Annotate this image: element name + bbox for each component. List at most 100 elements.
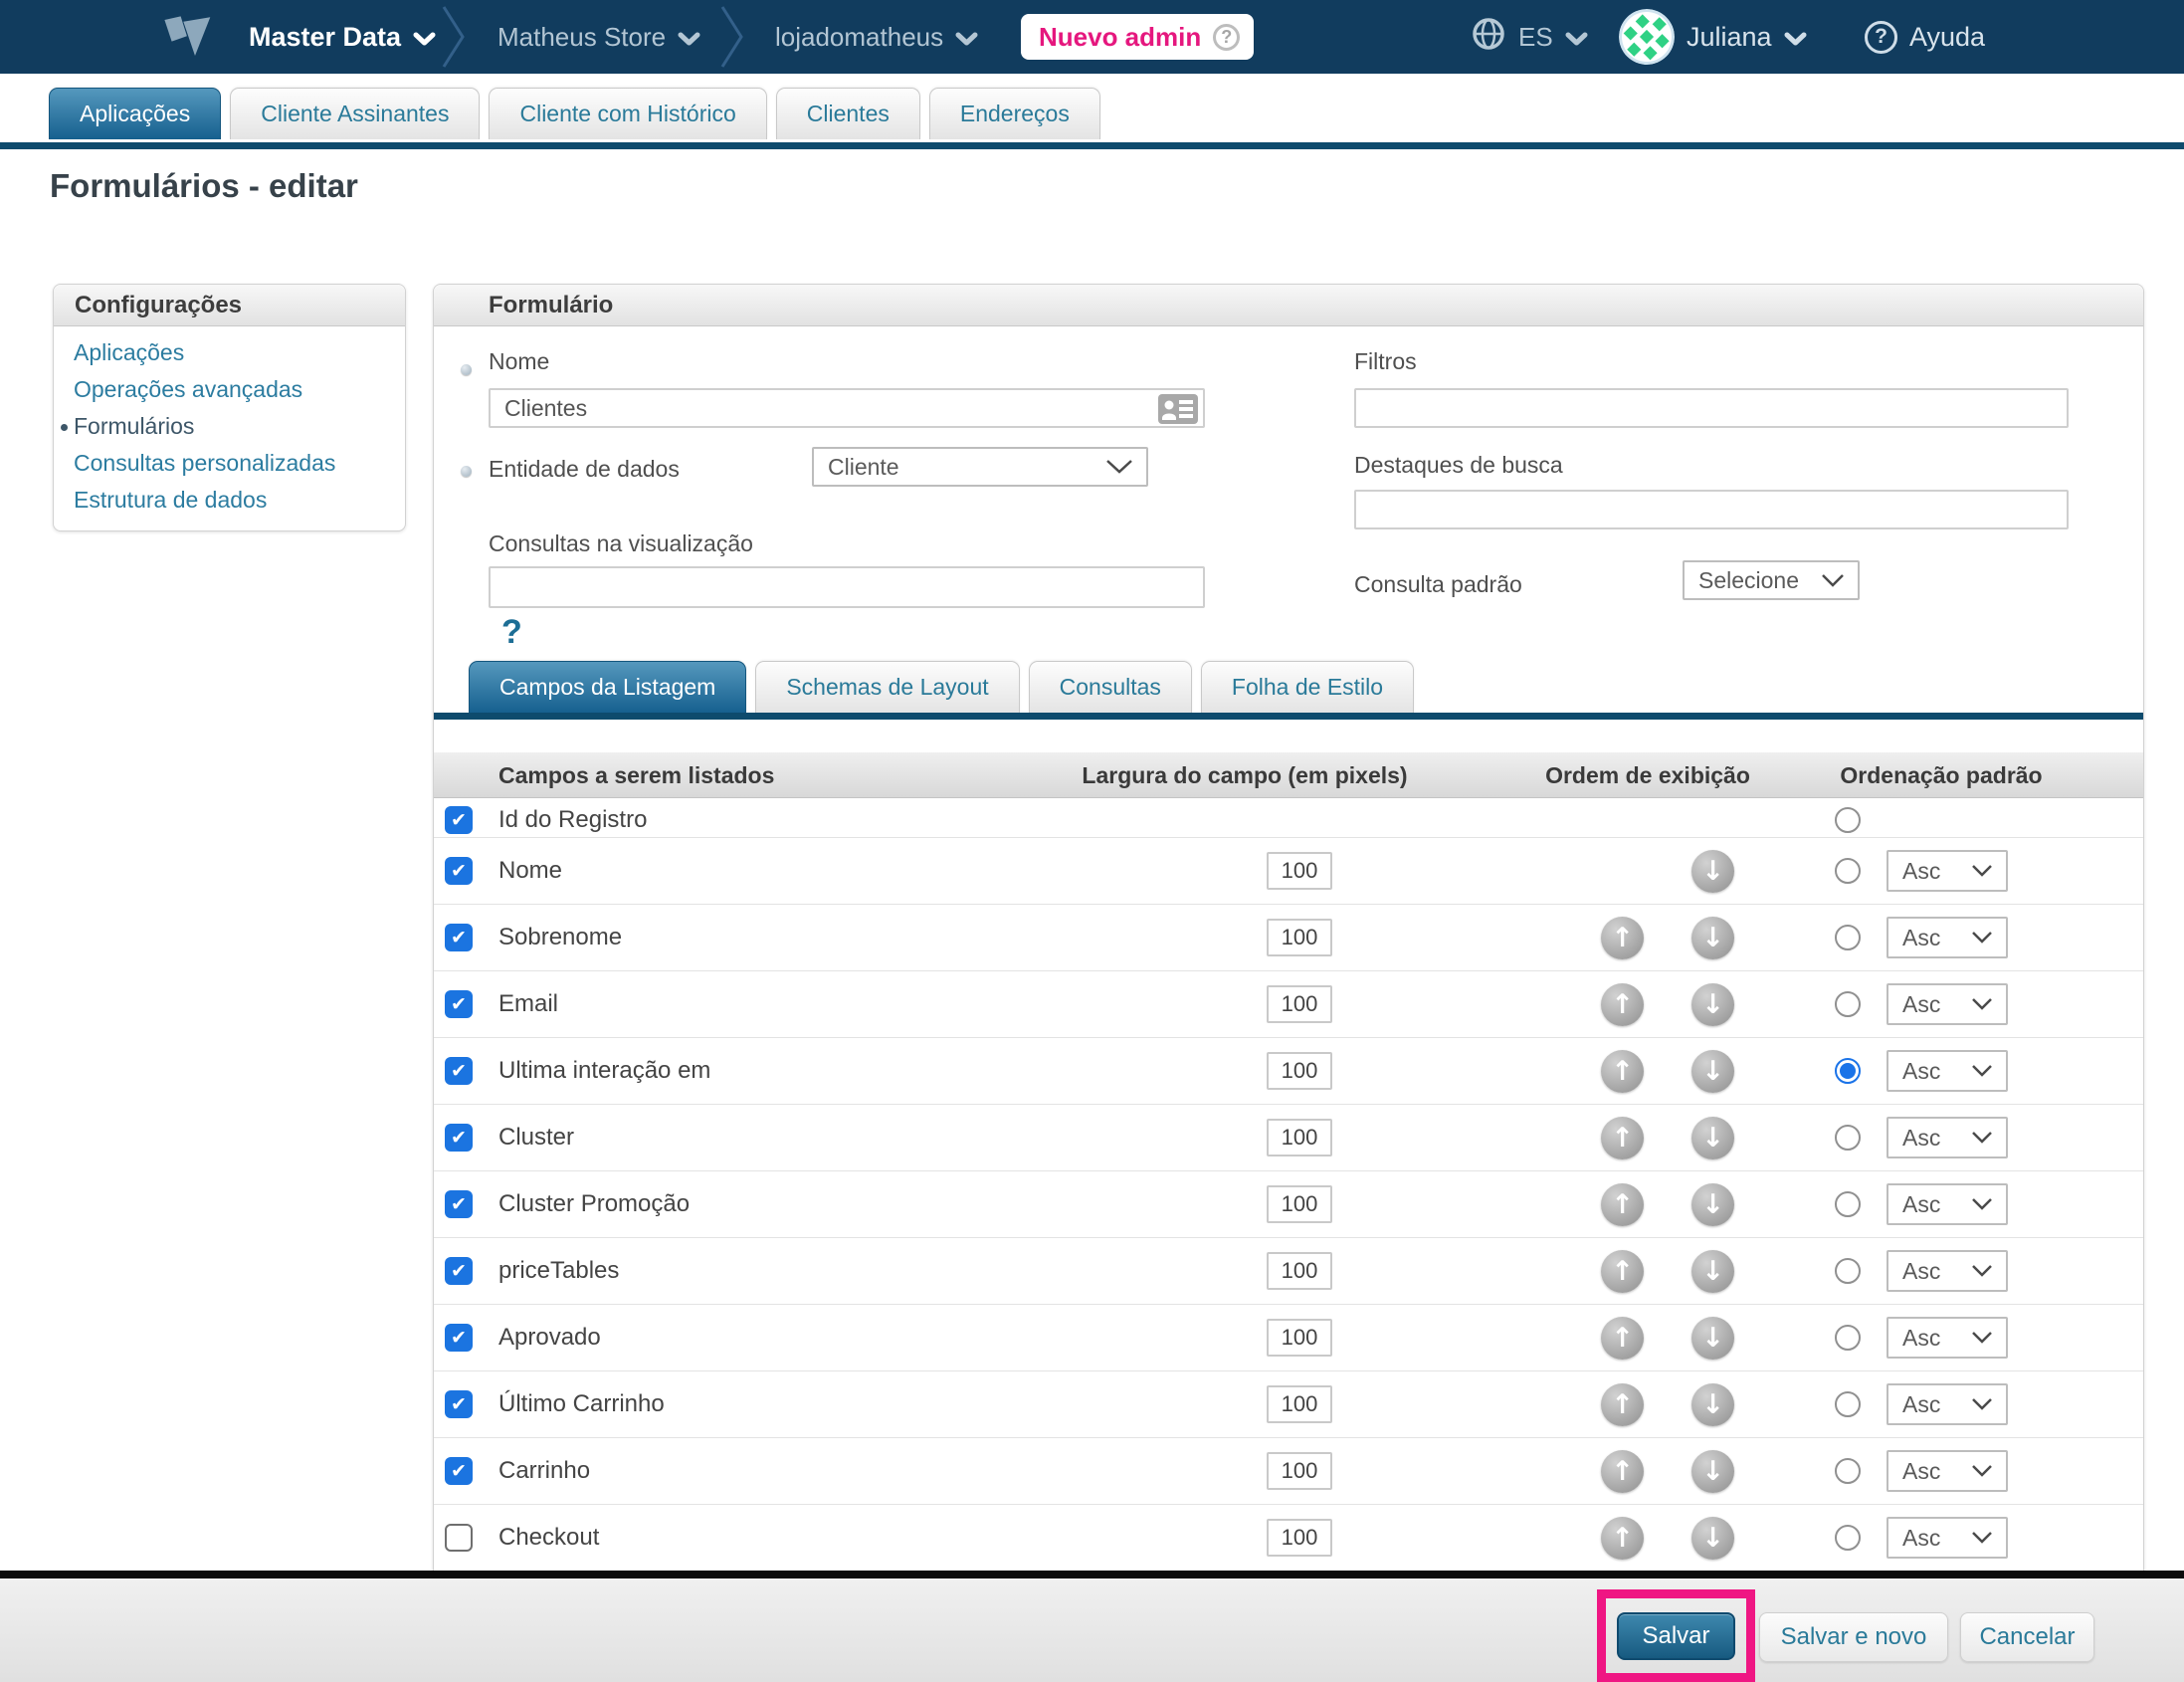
field-width-input[interactable] [1267,919,1332,956]
tab-enderecos[interactable]: Endereços [929,88,1100,139]
sidebar-item-estrutura-de-dados[interactable]: Estrutura de dados [54,482,405,519]
field-width-input[interactable] [1267,1385,1332,1423]
default-sort-radio[interactable] [1835,1458,1861,1484]
field-width-input[interactable] [1267,1519,1332,1557]
field-checkbox[interactable] [445,1190,473,1218]
move-up-icon[interactable] [1601,1317,1644,1360]
move-up-icon[interactable] [1601,1050,1644,1093]
sidebar-item-operacoes-avancadas[interactable]: Operações avançadas [54,371,405,408]
default-sort-radio[interactable] [1835,1125,1861,1151]
move-up-icon[interactable] [1601,917,1644,959]
detail-tab-folha-de-estilo[interactable]: Folha de Estilo [1201,661,1414,713]
default-sort-radio[interactable] [1835,858,1861,884]
sort-direction-select[interactable]: Asc [1886,1050,2008,1092]
move-down-icon[interactable] [1691,850,1734,893]
field-checkbox[interactable] [445,1057,473,1085]
new-admin-badge[interactable]: Nuevo admin [1021,14,1254,60]
move-down-icon[interactable] [1691,1383,1734,1426]
move-up-icon[interactable] [1601,1250,1644,1293]
user-menu[interactable]: Juliana [1619,0,1807,74]
sort-direction-select[interactable]: Asc [1886,1317,2008,1359]
default-sort-radio[interactable] [1835,991,1861,1017]
field-checkbox[interactable] [445,1390,473,1418]
vtex-logo[interactable] [159,15,213,67]
default-sort-radio[interactable] [1835,1391,1861,1417]
save-and-new-button[interactable]: Salvar e novo [1759,1612,1948,1662]
sidebar-item-aplicacoes[interactable]: Aplicações [54,334,405,371]
consultas-visualizacao-input[interactable] [489,566,1205,608]
move-up-icon[interactable] [1601,983,1644,1026]
default-sort-radio[interactable] [1835,1258,1861,1284]
field-checkbox[interactable] [445,924,473,951]
field-width-input[interactable] [1267,985,1332,1023]
move-up-icon[interactable] [1601,1117,1644,1159]
nome-input[interactable] [489,388,1205,428]
sort-direction-select[interactable]: Asc [1886,1250,2008,1292]
filtros-input[interactable] [1354,388,2069,428]
tab-clientes[interactable]: Clientes [776,88,920,139]
sort-direction-select[interactable]: Asc [1886,1383,2008,1425]
field-width-input[interactable] [1267,1452,1332,1490]
language-menu[interactable]: ES [1471,0,1588,74]
tab-cliente-com-historico[interactable]: Cliente com Histórico [489,88,766,139]
help-question-link[interactable]: ? [501,613,522,652]
detail-tab-consultas[interactable]: Consultas [1029,661,1192,713]
move-up-icon[interactable] [1601,1450,1644,1493]
sort-direction-select[interactable]: Asc [1886,850,2008,892]
detail-tab-campos-da-listagem[interactable]: Campos da Listagem [469,661,746,713]
field-checkbox[interactable] [445,1457,473,1485]
destaques-input[interactable] [1354,490,2069,529]
field-checkbox[interactable] [445,1257,473,1285]
field-width-input[interactable] [1267,852,1332,890]
entidade-select[interactable]: Cliente [812,447,1148,487]
move-down-icon[interactable] [1691,1050,1734,1093]
move-down-icon[interactable] [1691,983,1734,1026]
account-menu[interactable]: lojadomatheus [775,0,978,74]
field-checkbox[interactable] [445,806,473,834]
detail-tab-schemas-de-layout[interactable]: Schemas de Layout [755,661,1019,713]
tab-aplicacoes[interactable]: Aplicações [49,88,221,139]
product-menu[interactable]: Master Data [249,0,436,74]
default-sort-radio[interactable] [1835,807,1861,833]
sort-direction-select[interactable]: Asc [1886,1450,2008,1492]
field-checkbox[interactable] [445,1324,473,1352]
sidebar-item-formularios[interactable]: Formulários [54,408,405,445]
default-sort-radio[interactable] [1835,1191,1861,1217]
move-down-icon[interactable] [1691,1250,1734,1293]
save-button[interactable]: Salvar [1617,1612,1735,1660]
sort-direction-select[interactable]: Asc [1886,983,2008,1025]
sort-direction-select[interactable]: Asc [1886,1517,2008,1559]
field-width-input[interactable] [1267,1119,1332,1156]
move-down-icon[interactable] [1691,1450,1734,1493]
default-sort-radio[interactable] [1835,1325,1861,1351]
field-width-input[interactable] [1267,1319,1332,1357]
tab-cliente-assinantes[interactable]: Cliente Assinantes [230,88,480,139]
help-menu[interactable]: Ayuda [1865,0,1985,74]
default-sort-radio[interactable] [1835,925,1861,950]
field-width-input[interactable] [1267,1052,1332,1090]
move-down-icon[interactable] [1691,1117,1734,1159]
sort-direction-select[interactable]: Asc [1886,1117,2008,1158]
sort-direction-select[interactable]: Asc [1886,917,2008,958]
cancel-button[interactable]: Cancelar [1960,1612,2094,1662]
default-sort-radio[interactable] [1835,1058,1861,1084]
field-checkbox[interactable] [445,1524,473,1552]
move-up-icon[interactable] [1601,1183,1644,1226]
sort-direction-select[interactable]: Asc [1886,1183,2008,1225]
help-circle-icon[interactable] [1213,24,1240,51]
move-down-icon[interactable] [1691,917,1734,959]
store-menu[interactable]: Matheus Store [497,0,700,74]
default-sort-radio[interactable] [1835,1525,1861,1551]
field-checkbox[interactable] [445,1124,473,1152]
move-up-icon[interactable] [1601,1517,1644,1560]
move-down-icon[interactable] [1691,1183,1734,1226]
move-down-icon[interactable] [1691,1317,1734,1360]
consulta-padrao-select[interactable]: Selecione [1683,560,1860,600]
field-checkbox[interactable] [445,990,473,1018]
field-width-input[interactable] [1267,1252,1332,1290]
field-checkbox[interactable] [445,857,473,885]
move-up-icon[interactable] [1601,1383,1644,1426]
move-down-icon[interactable] [1691,1517,1734,1560]
sidebar-item-consultas-personalizadas[interactable]: Consultas personalizadas [54,445,405,482]
field-width-input[interactable] [1267,1185,1332,1223]
